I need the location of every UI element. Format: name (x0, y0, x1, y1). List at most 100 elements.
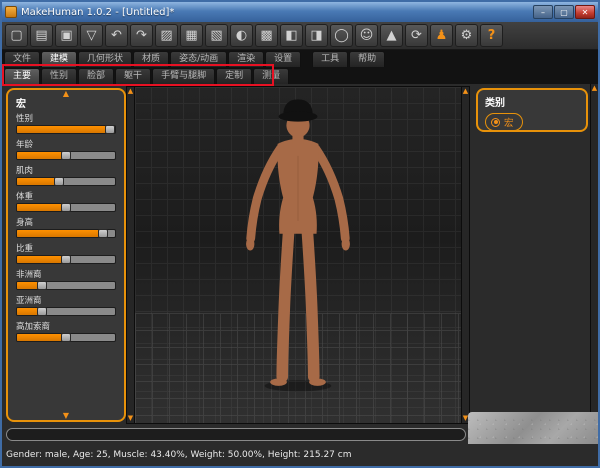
slider-label: 非洲裔 (16, 268, 116, 280)
menu-tab-渲染[interactable]: 渲染 (228, 51, 264, 67)
slider-label: 比重 (16, 242, 116, 254)
slider-handle[interactable] (61, 203, 71, 212)
slider-handle[interactable] (61, 333, 71, 342)
slider-row-身高: 身高 (16, 216, 116, 238)
3d-canvas[interactable] (135, 87, 461, 423)
new-file-icon[interactable]: ▢ (5, 24, 28, 47)
slider-fill (17, 152, 66, 159)
slider-row-年龄: 年龄 (16, 138, 116, 160)
viewport-left-scrollstrip[interactable]: ▲ ▼ (127, 87, 135, 423)
slider-track[interactable] (16, 229, 116, 238)
menu-tab-建模[interactable]: 建模 (41, 51, 77, 67)
smooth-toggle-icon[interactable]: ◐ (230, 24, 253, 47)
undo-icon[interactable]: ↶ (105, 24, 128, 47)
pose-figure-icon[interactable]: ♟ (430, 24, 453, 47)
slider-row-肌肉: 肌肉 (16, 164, 116, 186)
slider-handle[interactable] (98, 229, 108, 238)
export-file-icon[interactable]: ▽ (80, 24, 103, 47)
slider-track[interactable] (16, 281, 116, 290)
slider-handle[interactable] (54, 177, 64, 186)
scroll-up-icon[interactable]: ▲ (592, 85, 597, 92)
sub-tab-脸部[interactable]: 脸部 (78, 68, 114, 84)
slider-track[interactable] (16, 307, 116, 316)
settings-icon[interactable]: ⚙ (455, 24, 478, 47)
maximize-button[interactable]: ▢ (554, 5, 574, 19)
status-bar: Gender: male, Age: 25, Muscle: 43.40%, W… (2, 444, 598, 466)
menu-tab-材质[interactable]: 材质 (133, 51, 169, 67)
progress-bar (6, 428, 466, 441)
sub-tab-手臂与腿脚[interactable]: 手臂与腿脚 (152, 68, 215, 84)
panel-scroll-down-icon[interactable]: ▼ (63, 412, 69, 420)
toolbar: ▢▤▣▽↶↷▨▦▧◐▩◧◨◯☺▲⟳♟⚙? (2, 22, 598, 50)
checker-texture-icon[interactable]: ▨ (155, 24, 178, 47)
wireframe-toggle-icon[interactable]: ▧ (205, 24, 228, 47)
viewport-right-scrollstrip[interactable]: ▲ ▼ (461, 87, 469, 423)
sub-tab-主要[interactable]: 主要 (4, 68, 40, 84)
sub-tab-定制[interactable]: 定制 (216, 68, 252, 84)
slider-label: 身高 (16, 216, 116, 228)
category-option-宏[interactable]: 宏 (485, 113, 523, 131)
slider-label: 肌肉 (16, 164, 116, 176)
slider-row-比重: 比重 (16, 242, 116, 264)
menu-tab-姿态/动画[interactable]: 姿态/动画 (170, 51, 227, 67)
human-model[interactable] (205, 91, 391, 397)
top-view-icon[interactable]: ▲ (380, 24, 403, 47)
scroll-up-icon[interactable]: ▲ (463, 88, 468, 95)
slider-track[interactable] (16, 125, 116, 134)
slider-track[interactable] (16, 333, 116, 342)
load-file-icon[interactable]: ▤ (30, 24, 53, 47)
redo-icon[interactable]: ↷ (130, 24, 153, 47)
slider-label: 年龄 (16, 138, 116, 150)
category-panel: 类别 宏 (476, 88, 588, 132)
category-options: 宏 (485, 111, 579, 131)
symmetry-left-icon[interactable]: ◧ (280, 24, 303, 47)
right-scrollstrip[interactable]: ▲ ▼ (590, 84, 598, 422)
viewport: ▲ ▼ (126, 86, 470, 424)
slider-label: 亚洲裔 (16, 294, 116, 306)
slider-handle[interactable] (105, 125, 115, 134)
slider-label: 性别 (16, 112, 116, 124)
window-title: MakeHuman 1.0.2 - [Untitled]* (21, 7, 533, 18)
face-camera-icon[interactable]: ☺ (355, 24, 378, 47)
global-camera-icon[interactable]: ◯ (330, 24, 353, 47)
slider-handle[interactable] (61, 151, 71, 160)
slider-track[interactable] (16, 177, 116, 186)
slider-fill (17, 256, 66, 263)
slider-handle[interactable] (61, 255, 71, 264)
menu-tab-帮助[interactable]: 帮助 (349, 51, 385, 67)
slider-label: 高加索裔 (16, 320, 116, 332)
scroll-down-icon[interactable]: ▼ (128, 415, 133, 422)
sub-tab-测量[interactable]: 测量 (253, 68, 289, 84)
menu-tab-几何形状[interactable]: 几何形状 (78, 51, 132, 67)
save-file-icon[interactable]: ▣ (55, 24, 78, 47)
slider-track[interactable] (16, 255, 116, 264)
sub-tab-bar: 主要性别脸部躯干手臂与腿脚定制测量 (2, 67, 598, 84)
slider-list: 性别年龄肌肉体重身高比重非洲裔亚洲裔高加索裔 (16, 112, 116, 342)
category-option-label: 宏 (504, 115, 514, 129)
close-button[interactable]: ✕ (575, 5, 595, 19)
slider-row-非洲裔: 非洲裔 (16, 268, 116, 290)
slider-track[interactable] (16, 151, 116, 160)
minimize-button[interactable]: – (533, 5, 553, 19)
menu-tab-工具[interactable]: 工具 (312, 51, 348, 67)
sub-tab-性别[interactable]: 性别 (41, 68, 77, 84)
slider-handle[interactable] (37, 281, 47, 290)
panel-scroll-up-icon[interactable]: ▲ (63, 90, 69, 98)
symmetry-right-icon[interactable]: ◨ (305, 24, 328, 47)
menu-tab-设置[interactable]: 设置 (265, 51, 301, 67)
macro-panel: ▲ 宏 性别年龄肌肉体重身高比重非洲裔亚洲裔高加索裔 ▼ (6, 88, 126, 422)
slider-row-体重: 体重 (16, 190, 116, 212)
title-bar[interactable]: MakeHuman 1.0.2 - [Untitled]* –▢✕ (2, 2, 598, 22)
app-logo-icon (5, 6, 17, 18)
menu-tab-文件[interactable]: 文件 (4, 51, 40, 67)
rotate-view-icon[interactable]: ⟳ (405, 24, 428, 47)
sub-tab-躯干[interactable]: 躯干 (115, 68, 151, 84)
slider-row-性别: 性别 (16, 112, 116, 134)
slider-handle[interactable] (37, 307, 47, 316)
scroll-up-icon[interactable]: ▲ (128, 88, 133, 95)
grid-toggle-icon[interactable]: ▦ (180, 24, 203, 47)
slider-fill (17, 204, 66, 211)
slider-track[interactable] (16, 203, 116, 212)
subdivide-icon[interactable]: ▩ (255, 24, 278, 47)
help-icon[interactable]: ? (480, 24, 503, 47)
